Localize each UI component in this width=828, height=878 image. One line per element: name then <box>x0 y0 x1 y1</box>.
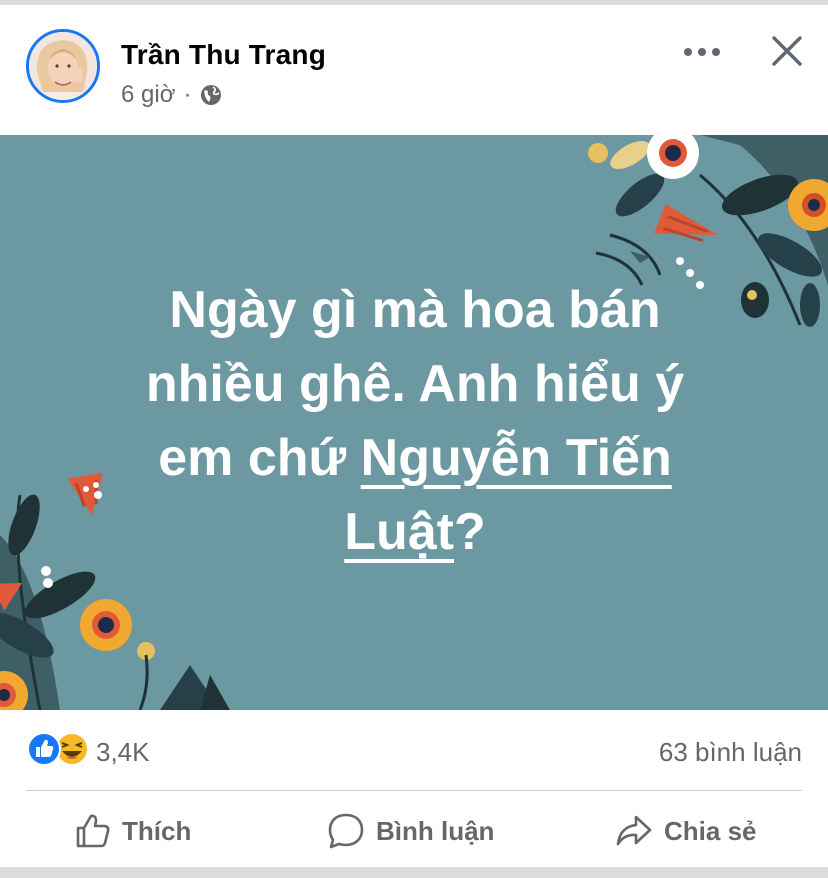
reaction-icons[interactable] <box>26 731 90 767</box>
post-meta: 6 giờ · <box>121 81 223 109</box>
post-time[interactable]: 6 giờ <box>121 81 175 109</box>
post-text-prefix: em chứ <box>158 429 361 487</box>
share-icon <box>616 815 652 846</box>
close-icon <box>772 36 802 66</box>
reactions-bar: 3,4K 63 bình luận <box>0 725 828 775</box>
comment-count[interactable]: 63 bình luận <box>659 737 802 768</box>
post-text-line-4: Luật? <box>60 495 770 569</box>
post-author-name[interactable]: Trần Thu Trang <box>121 39 326 71</box>
share-label: Chia sẻ <box>664 815 757 846</box>
post-card: Trần Thu Trang 6 giờ · Ngày gì mà hoa bá… <box>0 5 828 867</box>
tagged-user-mention-continued[interactable]: Luật <box>344 503 454 561</box>
comment-label: Bình luận <box>376 815 495 846</box>
more-options-button[interactable] <box>680 37 724 67</box>
like-label: Thích <box>122 815 192 846</box>
share-button[interactable]: Chia sẻ <box>614 805 757 857</box>
post-text-line-3: em chứ Nguyễn Tiến <box>60 421 770 495</box>
reaction-count[interactable]: 3,4K <box>96 737 150 768</box>
more-options-icon <box>684 48 720 56</box>
meta-separator: · <box>183 81 192 108</box>
post-actions: Thích Bình luận Chia sẻ <box>0 797 828 867</box>
post-header: Trần Thu Trang 6 giờ · <box>0 5 828 135</box>
comment-icon <box>328 813 364 849</box>
avatar[interactable] <box>26 29 100 103</box>
post-image[interactable]: Ngày gì mà hoa bán nhiều ghê. Anh hiểu ý… <box>0 135 828 710</box>
comment-button[interactable]: Bình luận <box>326 805 494 857</box>
divider <box>26 790 802 791</box>
tagged-user-mention[interactable]: Nguyễn Tiến <box>361 429 672 487</box>
post-text-suffix: ? <box>454 503 486 561</box>
post-text-line-2: nhiều ghê. Anh hiểu ý <box>145 355 685 413</box>
thumbs-up-icon <box>76 814 110 848</box>
post-text-line-1: Ngày gì mà hoa bán <box>169 281 661 339</box>
post-text: Ngày gì mà hoa bán nhiều ghê. Anh hiểu ý… <box>60 273 770 569</box>
like-reaction-icon <box>27 732 61 766</box>
globe-icon <box>201 85 222 105</box>
close-button[interactable] <box>767 31 807 71</box>
like-button[interactable]: Thích <box>74 805 191 857</box>
